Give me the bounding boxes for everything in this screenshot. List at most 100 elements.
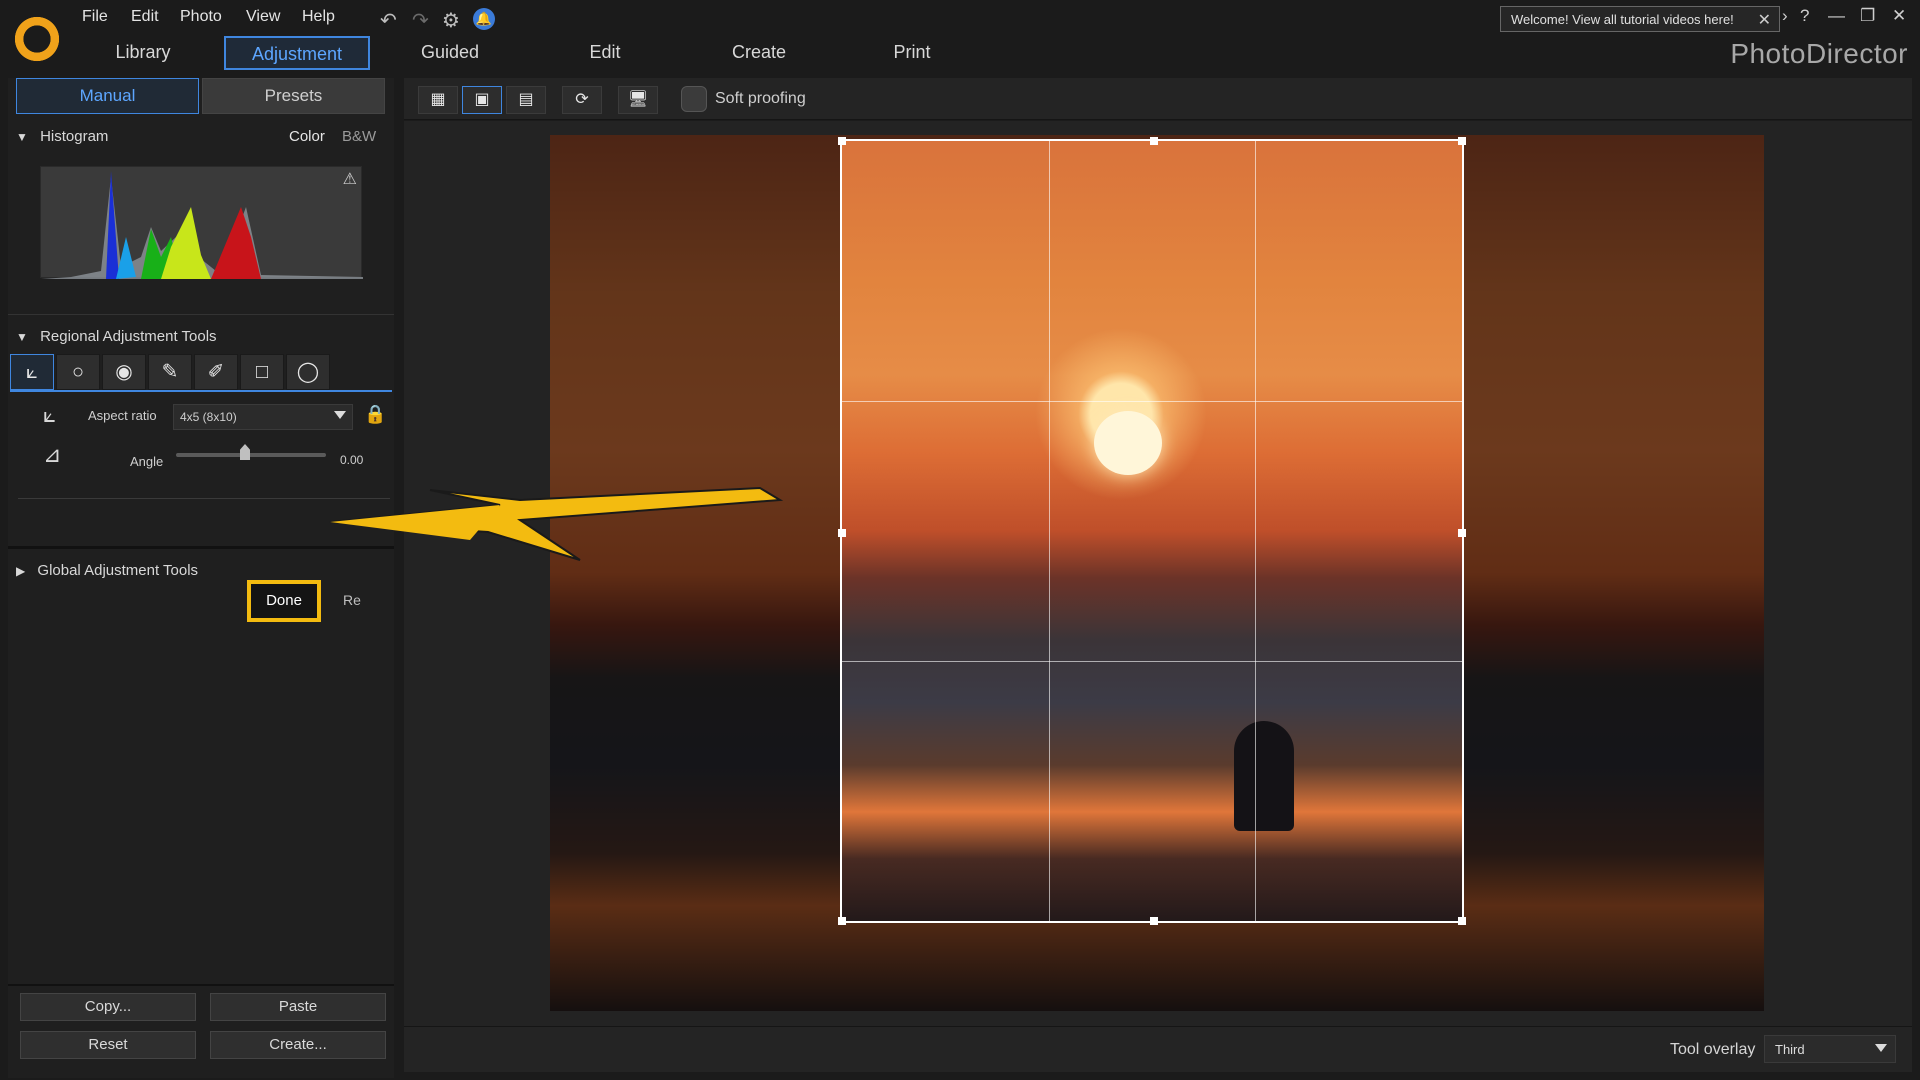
regional-tool-row: ⟀ ○ ◉ ✎ ✐ □ ◯ [10,354,392,390]
settings-gear-icon[interactable]: ⚙ [442,8,460,33]
welcome-text: Welcome! View all tutorial videos here! [1511,12,1734,27]
tab-presets[interactable]: Presets [202,78,385,114]
tab-print[interactable]: Print [866,36,958,70]
crop-grid-line [842,400,1462,402]
angle-label: Angle [130,454,164,469]
restore-button[interactable]: ❐ [1860,6,1875,26]
divider [8,546,394,549]
menu-file[interactable]: File [82,8,108,26]
redo-icon[interactable]: ↷ [412,8,429,33]
app-logo-icon [12,14,62,64]
global-tools-title: Global Adjustment Tools [37,562,199,579]
notification-bell-icon[interactable]: 🔔 [473,8,495,30]
histogram-header[interactable]: ▼ Histogram [16,128,108,145]
soft-proofing-label: Soft proofing [715,90,806,107]
undo-icon[interactable]: ↶ [380,8,397,33]
rotate-view-icon[interactable]: ⟳ [562,86,602,114]
lock-icon[interactable]: 🔒 [364,404,386,425]
aspect-ratio-label: Aspect ratio [88,408,157,423]
menu-edit[interactable]: Edit [131,8,159,26]
reset-button[interactable]: Reset [20,1031,196,1059]
paste-button[interactable]: Paste [210,993,386,1021]
menu-photo[interactable]: Photo [180,8,222,26]
collapse-arrow-icon: ▼ [16,130,28,144]
tab-manual[interactable]: Manual [16,78,199,114]
divider [8,984,394,986]
angle-slider-thumb[interactable] [240,444,250,460]
aspect-crop-icon: ⟀ [43,402,57,427]
regional-tools-header[interactable]: ▼ Regional Adjustment Tools [16,328,217,345]
tab-create[interactable]: Create [712,36,806,70]
close-window-button[interactable]: ✕ [1892,6,1906,26]
gradient-brush-icon[interactable]: ✐ [194,354,238,390]
create-preset-button[interactable]: Create... [210,1031,386,1059]
chevron-down-icon [334,411,346,419]
single-view-icon[interactable]: ▣ [462,86,502,114]
compare-view-icon[interactable]: ▦ [418,86,458,114]
crop-tool-icon[interactable]: ⟀ [10,354,54,390]
tab-adjustment[interactable]: Adjustment [224,36,370,70]
help-button[interactable]: ? [1800,6,1809,26]
grid-view-icon[interactable]: ▤ [506,86,546,114]
tab-library[interactable]: Library [106,36,180,70]
aspect-ratio-select[interactable]: 4x5 (8x10) [173,404,353,430]
crop-handle[interactable] [1150,917,1158,925]
brand-title: PhotoDirector [1730,38,1908,69]
spot-removal-icon[interactable]: ○ [56,354,100,390]
photo-canvas[interactable] [404,121,1912,1026]
crop-grid-line [1048,141,1050,921]
tool-overlay-select[interactable]: Third [1764,1035,1896,1063]
red-eye-icon[interactable]: ◉ [102,354,146,390]
monitor-display-icon[interactable]: 🖥 [618,86,658,114]
histogram-title: Histogram [40,128,109,145]
tool-overlay-label: Tool overlay [1670,1041,1756,1058]
crop-handle[interactable] [838,917,846,925]
crop-handle[interactable] [1150,137,1158,145]
chevron-right-icon[interactable]: › [1782,6,1788,26]
active-tool-underline [10,390,392,392]
crop-grid-line [1255,141,1257,921]
divider [18,498,390,499]
straighten-icon[interactable]: ⊿ [43,442,61,468]
menu-view[interactable]: View [246,8,280,26]
crop-handle[interactable] [1458,917,1466,925]
bottom-bar: Tool overlay Third [404,1026,1912,1072]
surfer-silhouette [1234,721,1294,831]
tab-edit[interactable]: Edit [560,36,650,70]
radial-mask-icon[interactable]: ◯ [286,354,330,390]
brush-icon[interactable]: ✎ [148,354,192,390]
soft-proofing-checkbox[interactable] [681,86,707,112]
aspect-ratio-value: 4x5 (8x10) [180,410,237,424]
histogram-graph [41,171,363,279]
reset-button-partial[interactable]: Re [343,592,361,608]
rectangle-mask-icon[interactable]: □ [240,354,284,390]
crop-handle[interactable] [838,529,846,537]
divider [8,314,394,315]
histogram-chart: ⚠ [40,166,363,279]
view-toolbar: ▦ ▣ ▤ ⟳ 🖥 Soft proofing [404,78,1912,120]
crop-grid-line [842,660,1462,662]
done-button[interactable]: Done [247,580,321,622]
collapse-arrow-icon: ▼ [16,330,28,344]
sun-shape [1094,411,1162,475]
global-tools-header[interactable]: ▶ Global Adjustment Tools [16,562,198,579]
clipping-warning-icon[interactable]: ⚠ [343,169,357,189]
menu-help[interactable]: Help [302,8,335,26]
crop-handle[interactable] [838,137,846,145]
left-panel: Manual Presets ▼ Histogram Color B&W ⚠ ▼… [8,78,394,1078]
histogram-bw-toggle[interactable]: B&W [342,128,376,145]
histogram-color-toggle[interactable]: Color [289,128,325,145]
crop-frame[interactable] [838,137,1466,925]
copy-button[interactable]: Copy... [20,993,196,1021]
angle-slider-track[interactable] [176,453,326,457]
expand-arrow-icon: ▶ [16,564,26,578]
crop-handle[interactable] [1458,137,1466,145]
tab-guided[interactable]: Guided [408,36,492,70]
angle-value: 0.00 [340,453,364,467]
welcome-banner[interactable]: Welcome! View all tutorial videos here! … [1500,6,1780,32]
crop-handle[interactable] [1458,529,1466,537]
regional-tools-title: Regional Adjustment Tools [40,328,217,345]
minimize-button[interactable]: — [1828,6,1845,26]
close-icon[interactable]: ✕ [1758,10,1771,30]
chevron-down-icon [1875,1044,1887,1052]
